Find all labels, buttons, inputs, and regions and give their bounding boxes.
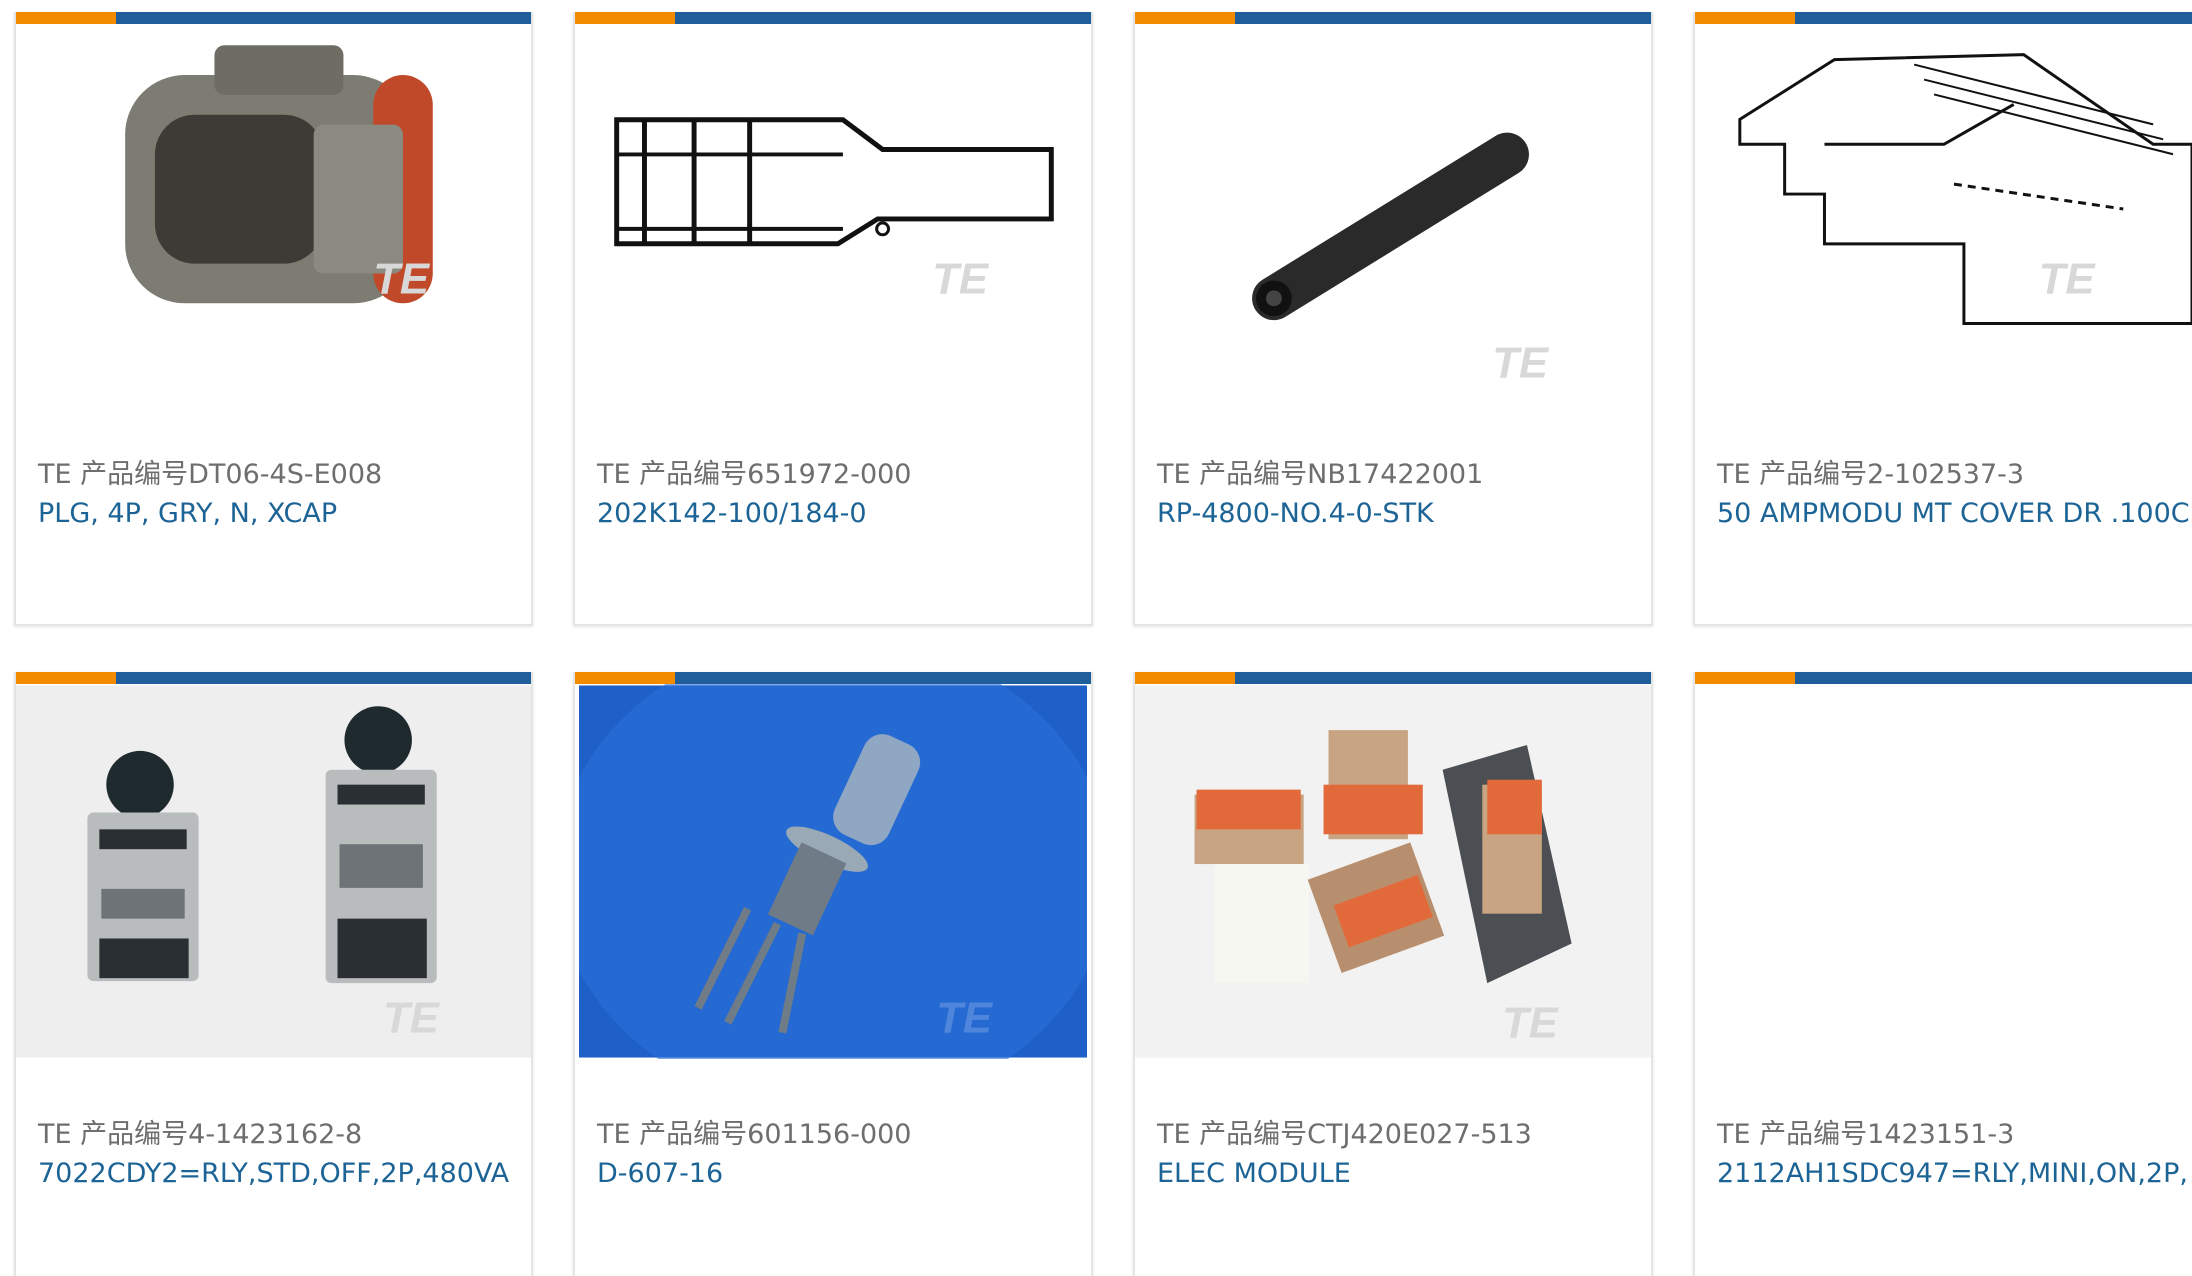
part-number: TE 产品编号601156-000: [597, 1119, 912, 1150]
part-number: TE 产品编号DT06-4S-E008: [38, 459, 383, 490]
product-card[interactable]: TE TE 产品编号651972-000 202K142-100/184-0: [573, 12, 1093, 626]
connector-cover-drawing-image[interactable]: TE: [1695, 24, 2192, 398]
product-card[interactable]: TE 产品编号1423151-3 2112AH1SDC947=RLY,MINI,…: [1693, 672, 2192, 1276]
card-accent-bar: [1135, 12, 1651, 24]
product-description-link[interactable]: 50 AMPMODU MT COVER DR .100CL: [1717, 498, 2192, 529]
part-number: TE 产品编号1423151-3: [1717, 1119, 2015, 1150]
card-accent-bar: [1135, 672, 1651, 684]
part-number: TE 产品编号651972-000: [597, 459, 912, 490]
svg-text:TE: TE: [383, 994, 441, 1043]
product-description-link[interactable]: PLG, 4P, GRY, N, XCAP: [38, 498, 337, 529]
product-description-link[interactable]: D-607-16: [597, 1158, 723, 1189]
card-accent-bar: [575, 12, 1091, 24]
product-description-link[interactable]: 7022CDY2=RLY,STD,OFF,2P,480VA: [38, 1158, 509, 1189]
svg-text:TE: TE: [1492, 339, 1550, 388]
card-accent-bar: [16, 12, 531, 24]
product-description-link[interactable]: 202K142-100/184-0: [597, 498, 867, 529]
product-card[interactable]: TE TE 产品编号2-102537-3 50 AMPMODU MT COVER…: [1693, 12, 2192, 626]
product-description-link[interactable]: ELEC MODULE: [1157, 1158, 1351, 1189]
blank-image[interactable]: [1695, 684, 2192, 1059]
elec-modules-image[interactable]: TE: [1135, 684, 1651, 1059]
svg-text:TE: TE: [373, 254, 431, 303]
svg-text:TE: TE: [2039, 255, 2097, 304]
svg-text:TE: TE: [936, 994, 994, 1043]
metal-terminal-image[interactable]: TE: [579, 684, 1087, 1059]
part-number: TE 产品编号4-1423162-8: [38, 1119, 363, 1150]
part-number: TE 产品编号CTJ420E027-513: [1157, 1119, 1532, 1150]
product-card[interactable]: TE TE 产品编号CTJ420E027-513 ELEC MODULE: [1133, 672, 1653, 1276]
product-card[interactable]: TE TE 产品编号DT06-4S-E008 PLG, 4P, GRY, N, …: [14, 12, 533, 626]
svg-text:TE: TE: [932, 254, 990, 303]
card-accent-bar: [16, 672, 531, 684]
card-accent-bar: [575, 672, 1091, 684]
product-card[interactable]: TE TE 产品编号4-1423162-8 7022CDY2=RLY,STD,O…: [14, 672, 533, 1276]
product-card[interactable]: TE TE 产品编号601156-000 D-607-16: [573, 672, 1093, 1276]
boot-drawing-image[interactable]: TE: [575, 24, 1091, 398]
part-number: TE 产品编号2-102537-3: [1717, 459, 2025, 490]
black-tube-image[interactable]: TE: [1135, 24, 1651, 398]
card-accent-bar: [1695, 12, 2192, 24]
gray-plug-connector-image[interactable]: TE: [16, 24, 531, 398]
product-description-link[interactable]: 2112AH1SDC947=RLY,MINI,ON,2P,: [1717, 1158, 2188, 1189]
card-accent-bar: [1695, 672, 2192, 684]
part-number: TE 产品编号NB17422001: [1157, 459, 1484, 490]
product-description-link[interactable]: RP-4800-NO.4-0-STK: [1157, 498, 1434, 529]
timer-relay-image[interactable]: TE: [16, 684, 531, 1059]
product-card[interactable]: TE TE 产品编号NB17422001 RP-4800-NO.4-0-STK: [1133, 12, 1653, 626]
svg-text:TE: TE: [1502, 999, 1560, 1048]
